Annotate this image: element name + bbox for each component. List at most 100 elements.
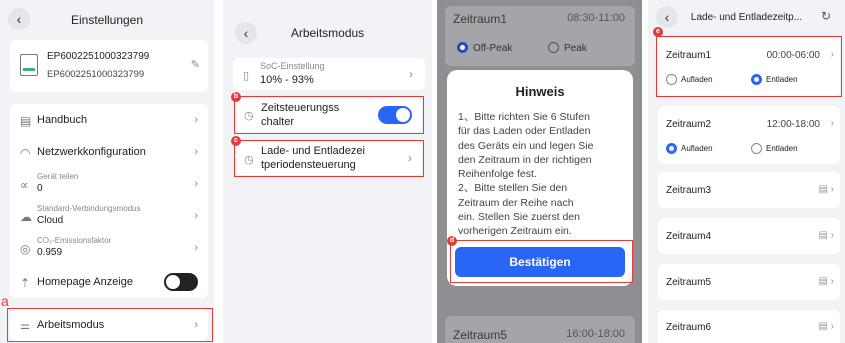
menu-sublabel: Standard-Verbindungsmodus — [37, 204, 141, 213]
period-label: Zeitraum3 — [666, 185, 712, 196]
dialog-line: den Zeitraum in der richtigen — [458, 153, 592, 166]
calendar-chevron-icon: ▤ › — [818, 276, 834, 287]
menu-value: 0 — [37, 183, 43, 194]
homepage-toggle[interactable] — [164, 273, 198, 291]
period-label: Zeitraum4 — [666, 231, 712, 242]
settings-panel: ‹ Einstellungen EP6002251000323799 EP600… — [0, 0, 214, 343]
page-title: Lade- und Entladezeitp... — [690, 12, 803, 23]
period-label: Zeitraum1 — [453, 12, 508, 26]
radio-label: Aufladen — [681, 144, 713, 153]
upload-icon: ⇡ — [20, 276, 31, 290]
menu-item-network[interactable]: ◠ Netzwerkkonfiguration › — [10, 136, 208, 168]
background-period-card: Zeitraum5 16:00-18:00 — [445, 316, 635, 343]
soc-setting-item[interactable]: ▯ SoC-Einstellung 10% - 93% › — [233, 58, 425, 90]
menu-sublabel: Gerät teilen — [37, 172, 79, 181]
radio-label: Entladen — [766, 144, 798, 153]
inverter-icon — [20, 54, 38, 76]
work-mode-panel: ‹ Arbeitsmodus ▯ SoC-Einstellung 10% - 9… — [223, 0, 432, 343]
menu-sublabel: CO₂-Emissionsfaktor — [37, 236, 112, 245]
menu-label: Handbuch — [37, 114, 88, 126]
marker-c: c — [231, 136, 241, 146]
soc-label: SoC-Einstellung — [260, 61, 325, 71]
period-card-4[interactable]: Zeitraum4 ▤ › — [658, 218, 840, 254]
highlight-box-b — [234, 96, 424, 134]
calendar-chevron-icon: ▤ › — [818, 321, 834, 332]
peak-radio — [548, 42, 559, 53]
chevron-right-icon: › — [194, 242, 198, 254]
period-card-3[interactable]: Zeitraum3 ▤ › — [658, 172, 840, 208]
book-icon: ▤ — [20, 114, 32, 128]
period-card-5[interactable]: Zeitraum5 ▤ › — [658, 264, 840, 300]
menu-value: 0.959 — [37, 247, 63, 258]
calendar-chevron-icon: ▤ › — [818, 230, 834, 241]
menu-item-connection[interactable]: ☁ Standard-Verbindungsmodus Cloud › — [10, 200, 208, 232]
device-serial-secondary: EP6002251000323799 — [47, 69, 145, 80]
chevron-right-icon: › — [409, 67, 413, 81]
wifi-icon: ◠ — [20, 146, 31, 160]
soc-value: 10% - 93% — [260, 74, 314, 86]
toggle-knob — [166, 275, 180, 289]
edit-icon[interactable]: ✎ — [191, 58, 200, 71]
chevron-right-icon: › — [194, 178, 198, 190]
radio-label: Off-Peak — [473, 43, 513, 54]
device-serial-primary: EP6002251000323799 — [47, 51, 150, 62]
period-time: 12:00-18:00 — [766, 119, 820, 130]
marker-d: d — [447, 236, 457, 246]
highlight-box-c — [234, 140, 424, 177]
off-peak-radio — [457, 42, 468, 53]
dialog-line: Zeitraum der Reihe nach — [458, 196, 574, 209]
calendar-chevron-icon: ▤ › — [818, 184, 834, 195]
work-mode-header: ‹ Arbeitsmodus — [223, 0, 432, 44]
period-label: Zeitraum6 — [666, 322, 712, 333]
highlight-box-d — [450, 240, 633, 283]
menu-item-homepage: ⇡ Homepage Anzeige — [10, 266, 208, 298]
period-card-2[interactable]: Zeitraum2 12:00-18:00 › Aufladen Entlade… — [658, 106, 840, 164]
menu-item-co2[interactable]: ◎ CO₂-Emissionsfaktor 0.959 › — [10, 232, 208, 264]
marker-a: a — [1, 293, 9, 309]
battery-icon: ▯ — [243, 70, 250, 82]
charge-radio[interactable] — [666, 143, 677, 154]
period-label: Zeitraum5 — [453, 328, 508, 342]
dialog-line: für das Laden oder Entladen — [458, 125, 591, 138]
menu-item-share[interactable]: ∝ Gerät teilen 0 › — [10, 168, 208, 200]
dialog-line: Reihenfolge fest. — [458, 168, 537, 181]
discharge-radio[interactable] — [751, 143, 762, 154]
menu-label: Homepage Anzeige — [37, 276, 134, 288]
marker-b: b — [231, 92, 241, 102]
charge-periods-panel: ‹ Lade- und Entladezeitp... ↻ Zeitraum1 … — [648, 0, 845, 343]
highlight-box-e — [656, 36, 842, 97]
background-period-card: Zeitraum1 08:30-11:00 Off-Peak Peak — [445, 6, 635, 66]
period-label: Zeitraum5 — [666, 277, 712, 288]
settings-menu: ▤ Handbuch › ◠ Netzwerkkonfiguration › ∝… — [10, 104, 208, 298]
dialog-line: vorherigen Zeitraum ein. — [458, 225, 572, 238]
calendar-chevron-icon: › — [830, 118, 834, 129]
share-icon: ∝ — [20, 178, 29, 192]
dialog-line: des Geräts ein und legen Sie — [458, 139, 594, 152]
period-time: 16:00-18:00 — [566, 328, 625, 340]
menu-item-manual[interactable]: ▤ Handbuch › — [10, 104, 208, 136]
period-label: Zeitraum2 — [666, 119, 712, 130]
menu-value: Cloud — [37, 215, 64, 226]
chevron-right-icon: › — [194, 146, 198, 158]
device-card[interactable]: EP6002251000323799 EP6002251000323799 ✎ — [10, 40, 208, 92]
refresh-icon[interactable]: ↻ — [821, 9, 831, 23]
dialog-line: 1、Bitte richten Sie 6 Stufen — [458, 111, 590, 123]
page-title: Einstellungen — [70, 13, 144, 27]
radio-label: Peak — [564, 43, 587, 54]
period-time: 08:30-11:00 — [567, 12, 625, 24]
dialog-title: Hinweis — [515, 84, 565, 99]
page-title: Arbeitsmodus — [290, 26, 365, 40]
chevron-right-icon: › — [194, 210, 198, 222]
settings-header: ‹ Einstellungen — [0, 0, 214, 42]
dialog-line: ein. Stellen Sie zuerst den — [458, 211, 580, 224]
chevron-right-icon: › — [194, 114, 198, 126]
marker-e: e — [653, 27, 663, 37]
menu-label: Netzwerkkonfiguration — [37, 146, 146, 158]
dialog-line: 2、Bitte stellen Sie den — [458, 182, 568, 195]
leaf-icon: ◎ — [20, 242, 31, 256]
dialog-body: 1、Bitte richten Sie 6 Stufen für das Lad… — [458, 110, 593, 239]
cloud-icon: ☁ — [20, 210, 32, 224]
highlight-box-a — [7, 308, 213, 342]
period-card-6[interactable]: Zeitraum6 ▤ › — [658, 310, 840, 343]
hint-dialog-panel: Zeitraum1 08:30-11:00 Off-Peak Peak Zeit… — [437, 0, 642, 343]
